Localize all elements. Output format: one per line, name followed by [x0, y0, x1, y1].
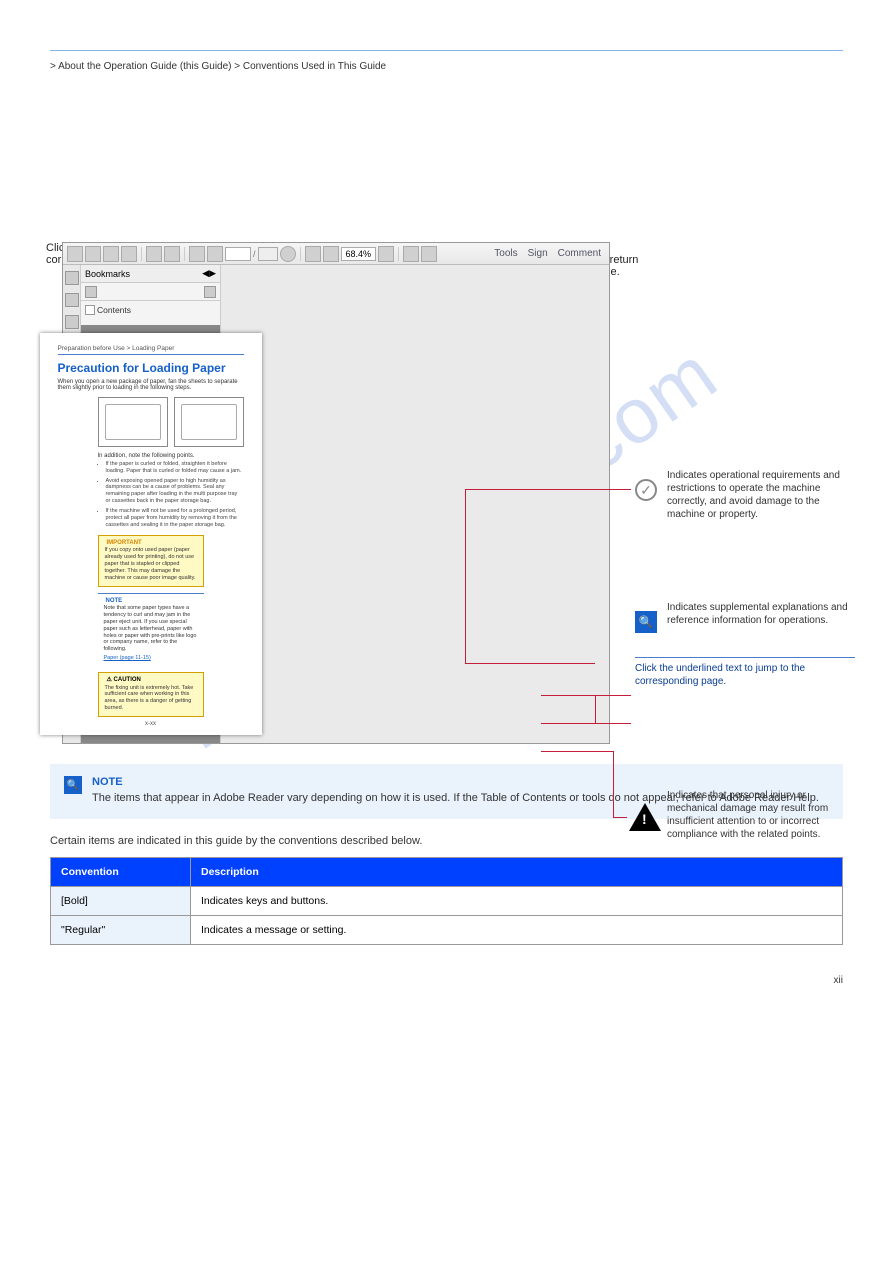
pdf-toolbar: / 68.4% Tools Sign Comment	[63, 243, 609, 265]
pdf-bullets: If the paper is curled or folded, straig…	[106, 461, 244, 529]
warning-icon	[629, 803, 661, 831]
pdf-doc-area: Preparation before Use > Loading Paper P…	[81, 325, 220, 743]
tools-link[interactable]: Tools	[490, 248, 521, 259]
th-convention: Convention	[51, 858, 191, 887]
cell-conv: "Regular"	[51, 916, 191, 945]
illust-tap	[174, 397, 244, 447]
callout-caution-text: Indicates that personal injury or mechan…	[667, 789, 857, 841]
callout-note: 🔍	[635, 611, 657, 633]
fit-icon[interactable]	[403, 246, 419, 262]
cell-conv: [Bold]	[51, 887, 191, 916]
cell-desc: Indicates a message or setting.	[191, 916, 843, 945]
tb-open-icon[interactable]	[67, 246, 83, 262]
pdf-breadcrumb: Preparation before Use > Loading Paper	[58, 345, 244, 355]
zoom-out-icon[interactable]	[305, 246, 321, 262]
tb-mail-icon[interactable]	[164, 246, 180, 262]
sign-link[interactable]: Sign	[524, 248, 552, 259]
tb-up-icon[interactable]	[189, 246, 205, 262]
callout-link-text: Click the underlined text to jump to the…	[635, 657, 855, 688]
table-row: "Regular" Indicates a message or setting…	[51, 916, 843, 945]
thumbnails-icon[interactable]	[65, 271, 79, 285]
attach-icon[interactable]	[65, 315, 79, 329]
tb-down-icon[interactable]	[207, 246, 223, 262]
zoom-level[interactable]: 68.4%	[341, 247, 377, 261]
page-input[interactable]	[225, 247, 251, 261]
bm-item[interactable]: Contents	[83, 303, 218, 316]
important-text: If you copy onto used paper (paper alrea…	[105, 547, 197, 581]
cell-desc: Indicates keys and buttons.	[191, 887, 843, 916]
illust-fan	[98, 397, 168, 447]
pdf-intro: When you open a new package of paper, fa…	[58, 379, 244, 391]
table-row: [Bold] Indicates keys and buttons.	[51, 887, 843, 916]
page-total	[258, 247, 278, 261]
conventions-table: Convention Description [Bold] Indicates …	[50, 857, 843, 945]
zoom-in-icon[interactable]	[323, 246, 339, 262]
pdf-illustrations	[58, 397, 244, 447]
bookmarks-tools	[81, 283, 220, 301]
zoom-drop-icon[interactable]	[378, 246, 394, 262]
refer-icon: 🔍	[635, 611, 657, 633]
tb-print-icon[interactable]	[103, 246, 119, 262]
tb-print2-icon[interactable]	[146, 246, 162, 262]
callout-note-text: Indicates supplemental explanations and …	[667, 601, 857, 627]
note-block-icon: 🔍	[64, 776, 82, 794]
th-description: Description	[191, 858, 843, 887]
diagram: Click an item in the Table of Contents t…	[50, 242, 843, 986]
drop-icon[interactable]	[421, 246, 437, 262]
note-text: Note that some paper types have a tenden…	[104, 605, 198, 653]
pdf-viewer: / 68.4% Tools Sign Comment	[62, 242, 610, 744]
note-box: NOTE Note that some paper types have a t…	[98, 593, 204, 667]
pdf-addition: In addition, note the following points.	[98, 453, 244, 459]
pdf-page: Preparation before Use > Loading Paper P…	[40, 333, 262, 735]
back-button-icon[interactable]	[280, 246, 296, 262]
pdf-title: Precaution for Loading Paper	[58, 361, 244, 375]
tb-save-icon[interactable]	[85, 246, 101, 262]
caution-label: ⚠ CAUTION	[105, 677, 143, 685]
important-box: IMPORTANT If you copy onto used paper (p…	[98, 535, 204, 587]
bm-nav-icons[interactable]: ◀▶	[202, 268, 216, 279]
bookmarks-panel: Bookmarks ◀▶ Contents Preparation before…	[81, 265, 221, 743]
bm-new-icon[interactable]	[204, 286, 216, 298]
callout-important: ✓	[635, 479, 657, 501]
page-header: > About the Operation Guide (this Guide)…	[50, 61, 843, 72]
header-left: > About the Operation Guide (this Guide)…	[50, 61, 386, 72]
callout-caution	[629, 803, 661, 831]
caution-text: The fixing unit is extremely hot. Take s…	[105, 685, 197, 713]
bullet: Avoid exposing opened paper to high humi…	[106, 478, 244, 506]
note-block-label: NOTE	[92, 776, 819, 788]
bookmarks-list: Contents	[81, 301, 220, 325]
top-rule	[50, 50, 843, 51]
tb-email-icon[interactable]	[121, 246, 137, 262]
page-number: xii	[50, 975, 843, 986]
bookmarks-header: Bookmarks ◀▶	[81, 265, 220, 283]
callout-important-text: Indicates operational requirements and r…	[667, 469, 857, 521]
note-label: NOTE	[104, 598, 125, 606]
comment-link[interactable]: Comment	[554, 248, 605, 259]
note-link[interactable]: Paper (page 11-15)	[104, 655, 198, 662]
bullet: If the machine will not be used for a pr…	[106, 508, 244, 529]
important-label: IMPORTANT	[105, 540, 144, 548]
bullet: If the paper is curled or folded, straig…	[106, 461, 244, 475]
bookmarks-icon[interactable]	[65, 293, 79, 307]
pdf-pagenum: x-xx	[145, 721, 156, 727]
caution-box: ⚠ CAUTION The fixing unit is extremely h…	[98, 672, 204, 717]
bm-options-icon[interactable]	[85, 286, 97, 298]
check-icon: ✓	[635, 479, 657, 501]
bookmarks-title: Bookmarks	[85, 269, 130, 279]
